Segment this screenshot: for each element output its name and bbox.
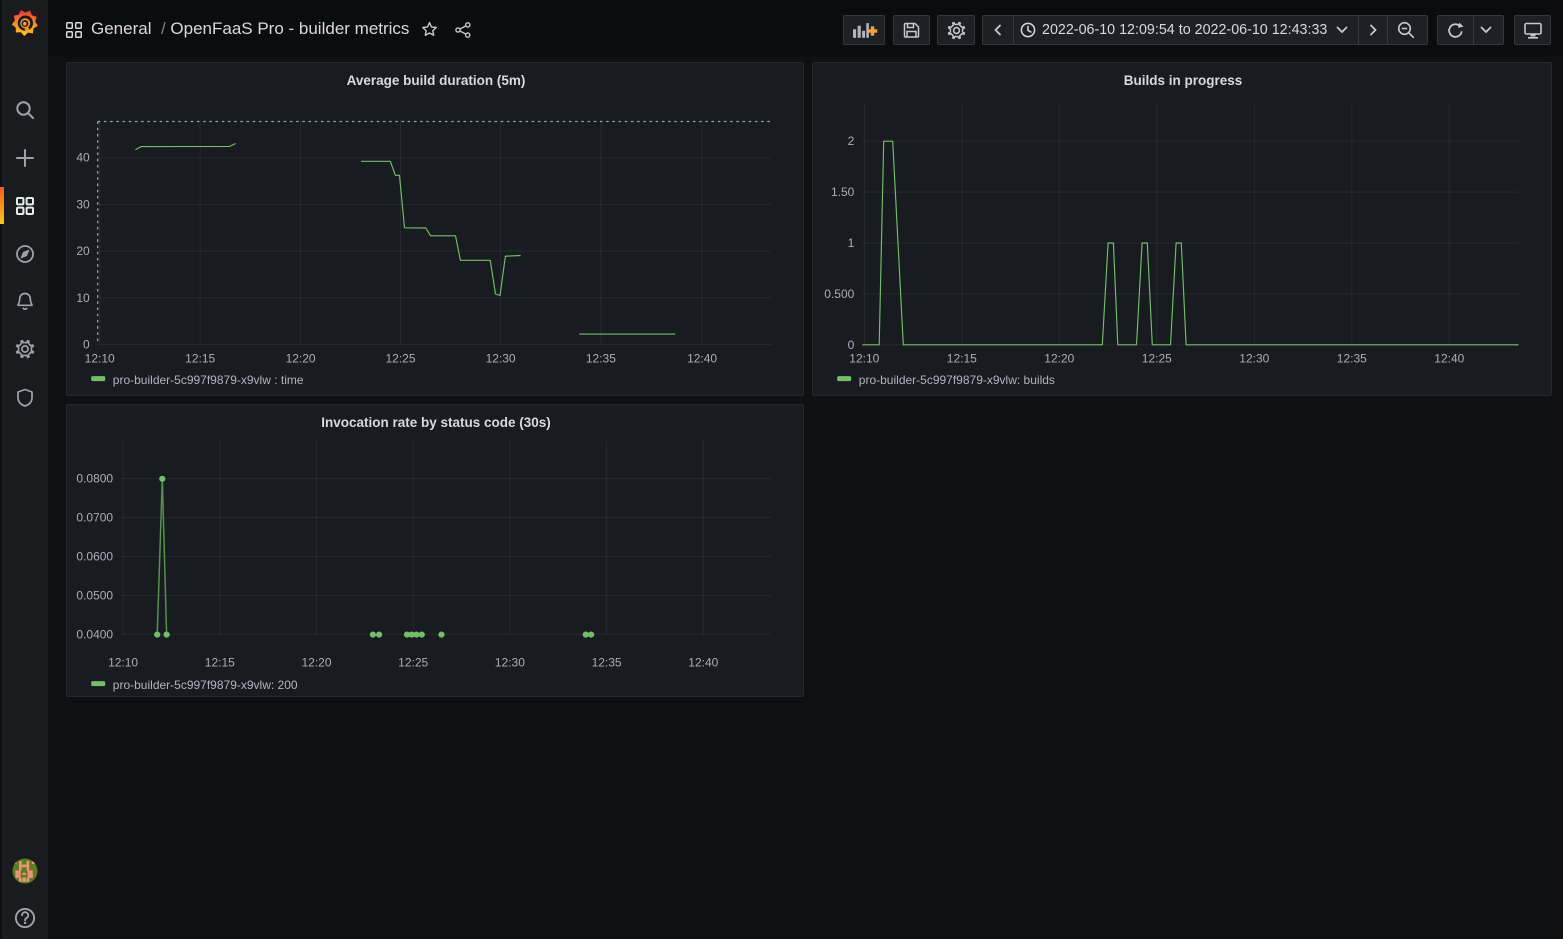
svg-text:Average build duration (5m): Average build duration (5m): [347, 73, 526, 88]
svg-text:20: 20: [76, 244, 90, 258]
svg-text:12:25: 12:25: [398, 656, 428, 670]
svg-text:12:20: 12:20: [301, 656, 331, 670]
svg-text:12:15: 12:15: [205, 656, 235, 670]
svg-text:1: 1: [848, 236, 855, 250]
svg-text:1.50: 1.50: [831, 185, 855, 199]
svg-text:12:10: 12:10: [108, 656, 138, 670]
svg-text:12:40: 12:40: [687, 352, 717, 366]
svg-text:0.0700: 0.0700: [76, 511, 113, 525]
svg-text:12:10: 12:10: [85, 352, 115, 366]
svg-text:0.500: 0.500: [824, 287, 854, 301]
svg-text:pro-builder-5c997f9879-x9vlw:: pro-builder-5c997f9879-x9vlw: builds: [859, 373, 1055, 387]
svg-text:Builds in progress: Builds in progress: [1124, 73, 1243, 88]
svg-text:30: 30: [76, 197, 90, 211]
svg-text:12:35: 12:35: [1337, 352, 1367, 366]
svg-text:12:20: 12:20: [286, 352, 316, 366]
svg-text:0.0500: 0.0500: [76, 588, 113, 602]
svg-text:0: 0: [83, 338, 90, 352]
svg-text:12:30: 12:30: [1239, 352, 1269, 366]
svg-text:Invocation rate by status code: Invocation rate by status code (30s): [321, 415, 551, 430]
svg-text:12:20: 12:20: [1044, 352, 1074, 366]
svg-text:12:40: 12:40: [1434, 352, 1464, 366]
svg-text:0.0400: 0.0400: [76, 627, 113, 641]
svg-text:12:25: 12:25: [1142, 352, 1172, 366]
svg-text:12:30: 12:30: [495, 656, 525, 670]
svg-text:0.0600: 0.0600: [76, 549, 113, 563]
svg-text:12:35: 12:35: [592, 656, 622, 670]
svg-text:2: 2: [848, 134, 855, 148]
svg-text:pro-builder-5c997f9879-x9vlw :: pro-builder-5c997f9879-x9vlw : time: [113, 373, 304, 387]
svg-text:12:35: 12:35: [586, 352, 616, 366]
svg-text:0: 0: [848, 338, 855, 352]
svg-text:12:15: 12:15: [947, 352, 977, 366]
svg-text:12:40: 12:40: [688, 656, 718, 670]
svg-text:12:15: 12:15: [185, 352, 215, 366]
svg-text:12:30: 12:30: [486, 352, 516, 366]
svg-text:10: 10: [76, 291, 90, 305]
svg-text:40: 40: [76, 151, 90, 165]
svg-text:12:25: 12:25: [385, 352, 415, 366]
svg-text:pro-builder-5c997f9879-x9vlw:: pro-builder-5c997f9879-x9vlw: 200: [113, 678, 298, 692]
svg-text:0.0800: 0.0800: [76, 472, 113, 486]
svg-text:12:10: 12:10: [849, 352, 879, 366]
